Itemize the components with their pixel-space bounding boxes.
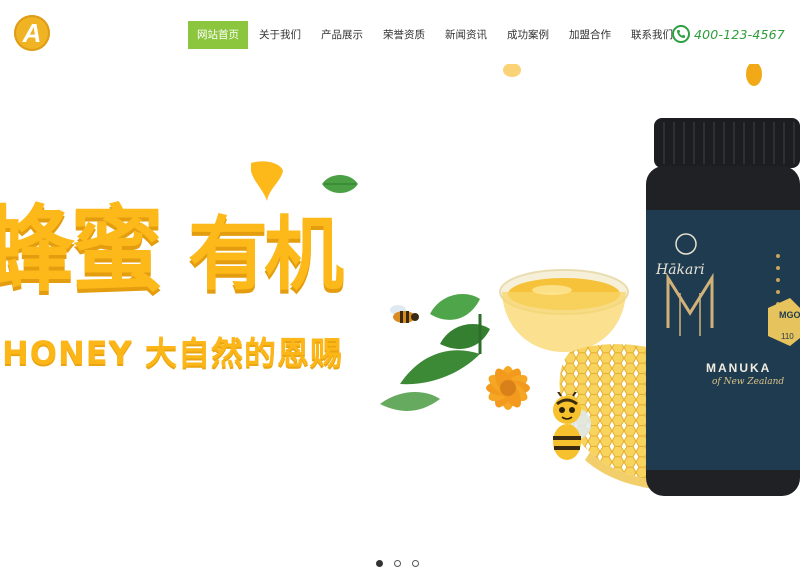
leaf-decoration <box>322 175 358 193</box>
bee-icon <box>390 305 419 323</box>
main-nav: 网站首页 关于我们 产品展示 荣誉资质 新闻资讯 成功案例 加盟合作 联系我们 <box>188 21 684 49</box>
phone-icon <box>672 25 690 43</box>
site-header: A 网站首页 关于我们 产品展示 荣誉资质 新闻资讯 成功案例 加盟合作 联系我… <box>0 0 800 64</box>
carousel-dot-3[interactable] <box>412 560 419 567</box>
title-char-3: 有 <box>188 208 268 301</box>
nav-item-franchise[interactable]: 加盟合作 <box>560 21 620 49</box>
jar-origin-label: of New Zealand <box>712 377 785 387</box>
nav-item-home[interactable]: 网站首页 <box>188 21 248 49</box>
hero-banner: 蜂蜜 有机 HONEY 大自然的恩赐 Hākari MGO 110 MANUKA… <box>0 64 800 585</box>
title-char-4: 机 <box>264 208 344 301</box>
page: A 网站首页 关于我们 产品展示 荣誉资质 新闻资讯 成功案例 加盟合作 联系我… <box>0 0 800 585</box>
jar-brand-label: Hākari <box>656 262 705 278</box>
title-char-1: 蜂 <box>0 196 74 305</box>
marigold-flower-image <box>486 366 530 410</box>
phone-contact[interactable]: 400-123-4567 <box>672 24 785 44</box>
honey-drop-icon <box>251 161 283 201</box>
jar-badge-number: 110 <box>781 332 794 341</box>
carousel-dot-1[interactable] <box>376 560 383 567</box>
jar-product-label: MANUKA <box>706 361 772 375</box>
nav-item-products[interactable]: 产品展示 <box>312 21 372 49</box>
nav-item-about[interactable]: 关于我们 <box>250 21 310 49</box>
carousel-indicators <box>376 560 430 567</box>
banner-subtitle: HONEY 大自然的恩赐 <box>2 334 343 372</box>
nav-item-news[interactable]: 新闻资讯 <box>436 21 496 49</box>
site-logo[interactable]: A <box>14 15 50 51</box>
manuka-honey-jar-image <box>646 118 800 496</box>
carousel-dot-2[interactable] <box>394 560 401 567</box>
nav-item-honors[interactable]: 荣誉资质 <box>374 21 434 49</box>
jar-badge-label: MGO <box>779 310 800 320</box>
banner-title: 蜂蜜 有机 <box>0 174 344 310</box>
title-char-2: 蜜 <box>70 196 164 305</box>
nav-item-cases[interactable]: 成功案例 <box>498 21 558 49</box>
phone-number: 400-123-4567 <box>694 26 785 42</box>
honey-drops-decoration <box>503 64 762 86</box>
logo-letter: A <box>22 18 42 48</box>
bee-mascot-icon <box>553 392 591 460</box>
